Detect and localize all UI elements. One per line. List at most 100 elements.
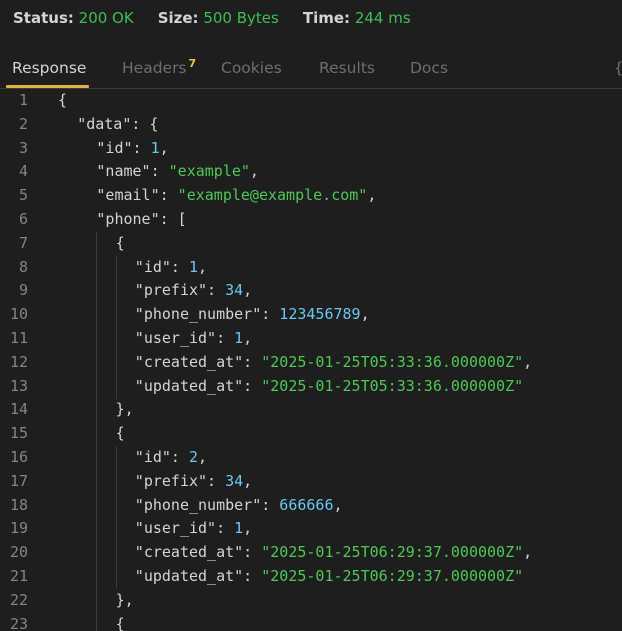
line-number: 16 [9, 448, 28, 466]
line-number: 4 [18, 162, 28, 181]
indent-guide [115, 493, 117, 518]
indent-guide [115, 565, 117, 589]
json-punctuation: , [243, 281, 253, 300]
json-punctuation: , [198, 448, 208, 466]
line-number: 18 [9, 495, 28, 514]
json-punctuation: : [261, 305, 280, 324]
json-punctuation: }, [115, 590, 134, 609]
json-response-viewer[interactable]: 1{2 "data": {3 "id": 1, 4 "name": "example",… [0, 89, 622, 631]
json-string: "2025-01-25T05:33:36.000000Z" [261, 352, 524, 371]
line-number: 8 [18, 257, 28, 276]
json-key: "user_id" [134, 329, 217, 347]
code-line: 4 "name": "example", [0, 160, 622, 184]
line-content: "updated_at": "2025-01-25T06:29:37.00000… [135, 565, 523, 589]
json-key: "prefix" [134, 281, 208, 300]
json-punctuation: , [523, 543, 533, 562]
line-content: "id": 1, [96, 137, 168, 161]
size-value: 500 Bytes [203, 9, 279, 27]
json-punctuation: { [58, 91, 68, 109]
code-line: 14}, [0, 398, 622, 423]
json-punctuation: : [170, 257, 189, 276]
json-number: 1 [234, 519, 244, 538]
line-content: "name": "example", [96, 160, 259, 184]
line-content: "updated_at": "2025-01-25T05:33:36.00000… [135, 375, 523, 399]
indent-guide [96, 279, 98, 304]
json-punctuation: : [243, 567, 262, 585]
line-number: 12 [9, 352, 28, 371]
tab-overflow-indicator: { [614, 59, 622, 77]
code-line: 8 "id": 1, [0, 255, 622, 280]
line-content: }, [116, 398, 134, 422]
status-value: 200 OK [78, 9, 134, 27]
indent-guide [115, 469, 117, 494]
line-content: { [116, 232, 125, 256]
json-key: "phone_number" [134, 305, 262, 324]
line-content: { [116, 613, 125, 631]
code-line: 15 { [0, 422, 622, 447]
line-number: 17 [9, 471, 28, 490]
indent-guide [115, 374, 117, 399]
time-label: Time: [302, 9, 351, 27]
time-info: Time: 244 ms [303, 9, 411, 27]
json-punctuation: : { [131, 114, 159, 133]
json-key: "phone" [96, 210, 160, 228]
code-line: 7{ [0, 231, 622, 256]
tab-cookies[interactable]: Cookies [221, 59, 282, 77]
line-content: "created_at": "2025-01-25T05:33:36.00000… [135, 351, 532, 375]
line-content: "data": { [77, 113, 158, 137]
line-content: "user_id": 1, [135, 517, 252, 541]
line-number: 7 [18, 233, 28, 252]
json-key: "data" [77, 114, 132, 133]
json-punctuation: : [243, 376, 262, 395]
line-number: 1 [18, 91, 28, 109]
indent-guide [115, 517, 117, 542]
json-key: "id" [134, 257, 171, 276]
indent-guide [96, 493, 98, 518]
line-number: 15 [9, 424, 28, 443]
tab-headers[interactable]: Headers 7 [122, 57, 196, 77]
json-key: "email" [96, 186, 160, 205]
indent-guide [96, 303, 98, 328]
line-content: "created_at": "2025-01-25T06:29:37.00000… [135, 541, 532, 565]
indent-guide [96, 446, 98, 470]
tab-response[interactable]: Response [12, 59, 86, 77]
json-key: "id" [134, 448, 171, 466]
json-punctuation: : [207, 281, 226, 300]
status-bar: Status: 200 OK Size: 500 Bytes Time: 244… [0, 0, 622, 36]
json-number: 123456789 [279, 305, 361, 324]
indent-guide [96, 541, 98, 566]
code-line: 19 "user_id": 1, [0, 517, 622, 542]
json-key: "updated_at" [134, 567, 244, 585]
line-content: { [116, 422, 125, 446]
tab-results[interactable]: Results [319, 59, 375, 77]
code-line: 1{ [0, 89, 622, 113]
indent-guide [96, 517, 98, 542]
json-string: "example" [168, 162, 250, 181]
code-line: 11 "user_id": 1, [0, 327, 622, 351]
json-string: "2025-01-25T05:33:36.000000Z" [261, 376, 524, 395]
json-punctuation: : [150, 162, 169, 181]
line-number: 10 [9, 305, 28, 324]
line-content: "prefix": 34, [135, 279, 252, 303]
json-punctuation: , [243, 329, 253, 347]
json-punctuation: , [249, 162, 259, 181]
json-punctuation: : [216, 519, 235, 538]
json-punctuation: : [243, 543, 262, 562]
indent-guide [115, 303, 117, 328]
line-number: 14 [9, 400, 28, 419]
size-label: Size: [157, 9, 199, 27]
json-key: "created_at" [134, 352, 244, 371]
line-number: 21 [9, 567, 28, 585]
json-punctuation: , [333, 495, 343, 514]
indent-guide [96, 565, 98, 589]
json-key: "phone_number" [134, 495, 262, 514]
tab-headers-label: Headers [122, 59, 187, 77]
line-number: 13 [9, 376, 28, 395]
tab-docs[interactable]: Docs [410, 59, 448, 77]
json-punctuation: , [523, 352, 533, 371]
line-number: 19 [9, 519, 28, 538]
response-panel: Status: 200 OK Size: 500 Bytes Time: 244… [0, 0, 622, 631]
line-number: 6 [18, 210, 28, 228]
code-line: 10 "phone_number": 123456789, [0, 303, 622, 328]
code-line: 2 "data": { [0, 113, 622, 137]
